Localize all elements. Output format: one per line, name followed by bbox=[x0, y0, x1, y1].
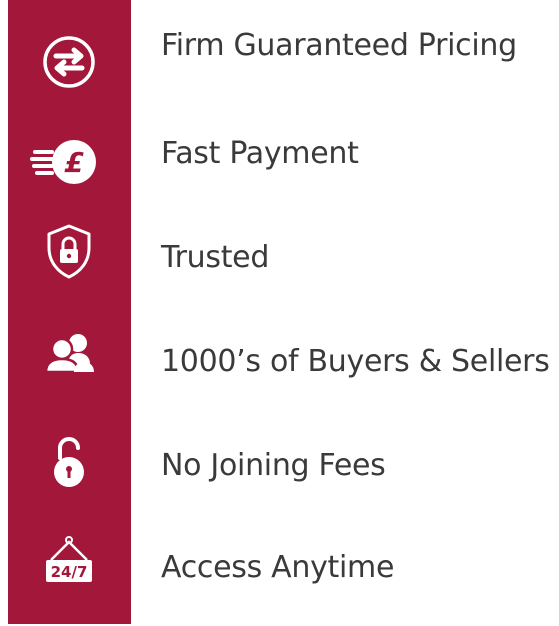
fast-pound-coin-icon: £ bbox=[8, 108, 131, 212]
feature-row-trusted: Trusted bbox=[0, 212, 559, 316]
feature-row-fast-payment: £ Fast Payment bbox=[0, 108, 559, 212]
exchange-arrows-icon bbox=[8, 0, 131, 104]
people-group-icon bbox=[8, 316, 131, 420]
feature-label: No Joining Fees bbox=[161, 448, 386, 483]
feature-label: Fast Payment bbox=[161, 136, 359, 171]
pound-symbol: £ bbox=[64, 146, 84, 179]
24-7-sign-icon: 24/7 bbox=[8, 522, 131, 626]
feature-row-no-joining-fees: No Joining Fees bbox=[0, 420, 559, 524]
sign-text: 24/7 bbox=[51, 563, 88, 581]
feature-label: Firm Guaranteed Pricing bbox=[161, 28, 517, 63]
open-padlock-icon bbox=[8, 420, 131, 524]
feature-list-panel: { "colors": { "icon_bar": "#a2173a", "ic… bbox=[0, 0, 559, 624]
feature-row-firm-guaranteed-pricing: Firm Guaranteed Pricing bbox=[0, 0, 559, 104]
feature-label: Trusted bbox=[161, 240, 270, 275]
feature-label: 1000’s of Buyers & Sellers bbox=[161, 344, 550, 379]
feature-label: Access Anytime bbox=[161, 550, 395, 585]
feature-row-buyers-sellers: 1000’s of Buyers & Sellers bbox=[0, 316, 559, 420]
feature-row-access-anytime: 24/7 Access Anytime bbox=[0, 522, 559, 626]
shield-lock-icon bbox=[8, 212, 131, 316]
